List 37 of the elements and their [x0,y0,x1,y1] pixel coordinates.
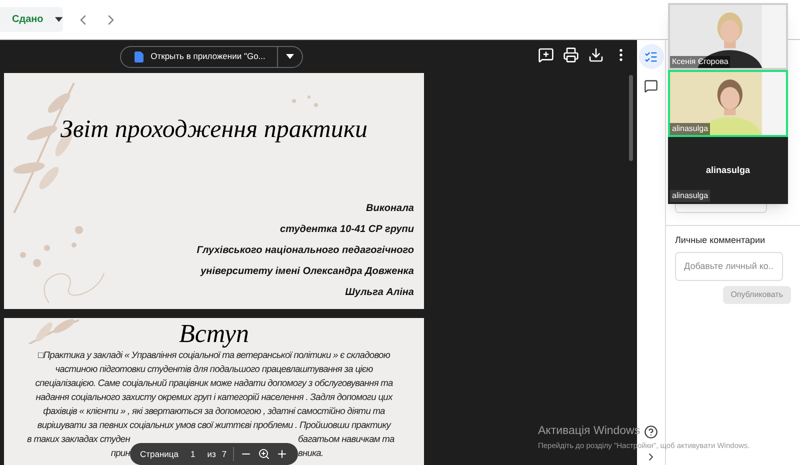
zoom-in-icon[interactable] [276,448,288,460]
page-total: 7 [222,448,227,460]
slide-text-fragment: вника. [298,447,324,460]
participant-label: alinasulga [670,190,710,202]
details-tab[interactable] [638,44,664,69]
caret-icon [286,54,294,59]
participant-name: alinasulga [670,123,710,135]
add-comment-icon[interactable] [538,47,554,63]
slide-text-fragment: багатьом навичкам та [298,433,394,446]
scrollbar-thumb[interactable] [629,75,633,161]
print-icon[interactable] [563,47,579,63]
comments-title: Личные комментарии [675,234,766,247]
checklist-icon [644,50,658,64]
document-icon [132,50,145,62]
comment-field[interactable]: Добавьте личный ко... [675,252,783,280]
open-with-label: Открыть в приложении "Go... [150,50,266,63]
participant-name: alinasulga [706,164,750,177]
help-icon[interactable] [644,425,658,439]
participant-name: Ксенія Єгорова [670,56,730,68]
author-line: Глухівського національного педагогічного [196,244,414,258]
zoom-icon[interactable] [258,448,270,460]
caret-icon [55,17,63,22]
status-button[interactable]: Сдано [0,7,63,32]
download-icon[interactable] [588,47,604,63]
of-label: из [207,448,216,460]
page-number[interactable]: 1 [184,448,202,460]
author-line: університету імені Олександра Довженка [200,265,414,279]
slide-text-fragment: в таких закладах студен [27,433,130,446]
author-line: студентка 10-41 СР групи [280,223,414,237]
comment-icon [644,78,658,92]
open-with-button[interactable]: Открыть в приложении "Go... [120,46,304,68]
page-label: Страница [140,448,179,460]
slide-title: Звіт проходження практики [59,115,369,145]
slide-title: Вступ [178,320,250,348]
slide-text-fragment: прин [110,447,130,460]
author-line: Виконала [366,202,414,216]
author-line: Шульга Аліна [345,286,414,300]
